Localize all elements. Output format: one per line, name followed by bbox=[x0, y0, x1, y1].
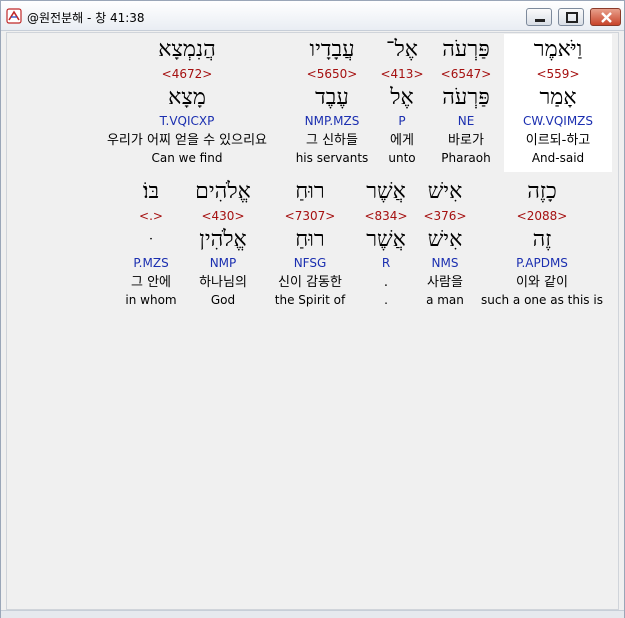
maximize-button[interactable] bbox=[558, 8, 584, 26]
word-surface[interactable]: אִישׁ bbox=[415, 179, 475, 205]
close-button[interactable] bbox=[590, 8, 621, 26]
english-gloss: And-said bbox=[531, 151, 585, 165]
word-surface[interactable]: אֱלֹהִים bbox=[183, 179, 263, 205]
english-gloss: a man bbox=[426, 293, 464, 307]
strong-number[interactable]: <559> bbox=[505, 67, 611, 81]
minimize-icon bbox=[535, 19, 545, 22]
word-lemma: זֶה bbox=[532, 227, 552, 252]
english-gloss: the Spirit of bbox=[274, 293, 346, 307]
english-gloss: such a one as this is bbox=[481, 293, 603, 307]
morph-code: P.APDMS bbox=[516, 256, 568, 270]
korean-gloss: 우리가 어찌 얻을 수 있으리요 bbox=[106, 133, 268, 148]
word-lemma: אֶל bbox=[390, 85, 414, 110]
strong-number[interactable]: <413> bbox=[372, 67, 432, 81]
morph-code: CW.VQIMZS bbox=[522, 114, 594, 128]
app-logo-icon bbox=[6, 8, 22, 24]
window-title: @원전분해 - 창 41:38 bbox=[27, 11, 145, 25]
morph-code: NMS bbox=[431, 256, 459, 270]
morph-code: NE bbox=[457, 114, 475, 128]
word-surface[interactable]: אֶל־ bbox=[372, 37, 432, 63]
word-lemma: עֶבֶד bbox=[315, 85, 349, 110]
english-gloss: in whom bbox=[125, 293, 177, 307]
title-bar[interactable]: @원전분해 - 창 41:38 bbox=[1, 1, 624, 31]
korean-gloss: 에게 bbox=[390, 133, 414, 148]
word-surface[interactable]: וַיֹּאמֶר bbox=[505, 37, 611, 63]
korean-gloss: 하나님의 bbox=[199, 275, 247, 290]
maximize-icon bbox=[566, 12, 578, 23]
strong-number[interactable]: <7307> bbox=[265, 209, 355, 223]
word-lemma: ּ bbox=[119, 227, 183, 253]
morph-code: R bbox=[381, 256, 391, 270]
morph-code: NFSG bbox=[293, 256, 327, 270]
app-window: @원전분해 - 창 41:38 וַיֹּאמֶר <559> אָמַר CW… bbox=[0, 0, 625, 618]
word-surface[interactable]: אֲשֶׁר bbox=[357, 179, 415, 205]
korean-gloss: 그 신하들 bbox=[306, 133, 358, 148]
korean-gloss: 이와 같이 bbox=[516, 275, 568, 290]
morph-code: T.VQICXP bbox=[159, 114, 215, 128]
word-surface[interactable]: פַּרְעֹה bbox=[426, 37, 506, 63]
english-gloss: his servants bbox=[295, 151, 369, 165]
word-lemma: מָצָא bbox=[168, 85, 206, 110]
interlinear-panel: וַיֹּאמֶר <559> אָמַר CW.VQIMZS 이르되-하고 A… bbox=[6, 32, 619, 610]
word-lemma: פַּרְעֹה bbox=[442, 85, 490, 110]
english-gloss: God bbox=[210, 293, 236, 307]
morph-code: NMP bbox=[209, 256, 237, 270]
minimize-button[interactable] bbox=[526, 8, 552, 26]
word-surface[interactable]: עֲבָדָיו bbox=[287, 37, 377, 63]
word-lemma: אֱלֹהִין bbox=[199, 227, 247, 252]
korean-gloss: 사람을 bbox=[427, 275, 463, 290]
word-lemma: רוּחַ bbox=[295, 227, 325, 252]
korean-gloss: . bbox=[383, 275, 389, 290]
morph-code: P.MZS bbox=[133, 256, 169, 270]
word-surface[interactable]: כָזֶה bbox=[477, 179, 607, 205]
strong-number[interactable]: <.> bbox=[119, 209, 183, 223]
strong-number[interactable]: <5650> bbox=[287, 67, 377, 81]
strong-number[interactable]: <834> bbox=[357, 209, 415, 223]
word-surface[interactable]: בּוֹ׃ bbox=[119, 179, 183, 205]
strong-number[interactable]: <4672> bbox=[82, 67, 292, 81]
english-gloss: unto bbox=[388, 151, 416, 165]
korean-gloss: 신이 감동한 bbox=[278, 275, 342, 290]
korean-gloss: 이르되-하고 bbox=[525, 133, 591, 148]
morph-code: NMP.MZS bbox=[304, 114, 360, 128]
strong-number[interactable]: <2088> bbox=[477, 209, 607, 223]
english-gloss: . bbox=[384, 293, 388, 307]
word-lemma: אִישׁ bbox=[427, 227, 463, 252]
close-icon bbox=[601, 12, 612, 23]
strong-number[interactable]: <430> bbox=[183, 209, 263, 223]
strong-number[interactable]: <6547> bbox=[426, 67, 506, 81]
english-gloss: Pharaoh bbox=[441, 151, 491, 165]
korean-gloss: 그 안에 bbox=[130, 275, 171, 290]
word-surface[interactable]: רוּחַ bbox=[265, 179, 355, 205]
word-surface[interactable]: הֲנִמְצָא bbox=[82, 37, 292, 63]
morph-code: P bbox=[398, 114, 406, 128]
strong-number[interactable]: <376> bbox=[415, 209, 475, 223]
window-bottom-border bbox=[1, 610, 624, 618]
korean-gloss: 바로가 bbox=[448, 133, 484, 148]
english-gloss: Can we find bbox=[151, 151, 223, 165]
word-lemma: אֲשֶׁר bbox=[366, 227, 406, 252]
word-lemma: אָמַר bbox=[539, 85, 577, 110]
